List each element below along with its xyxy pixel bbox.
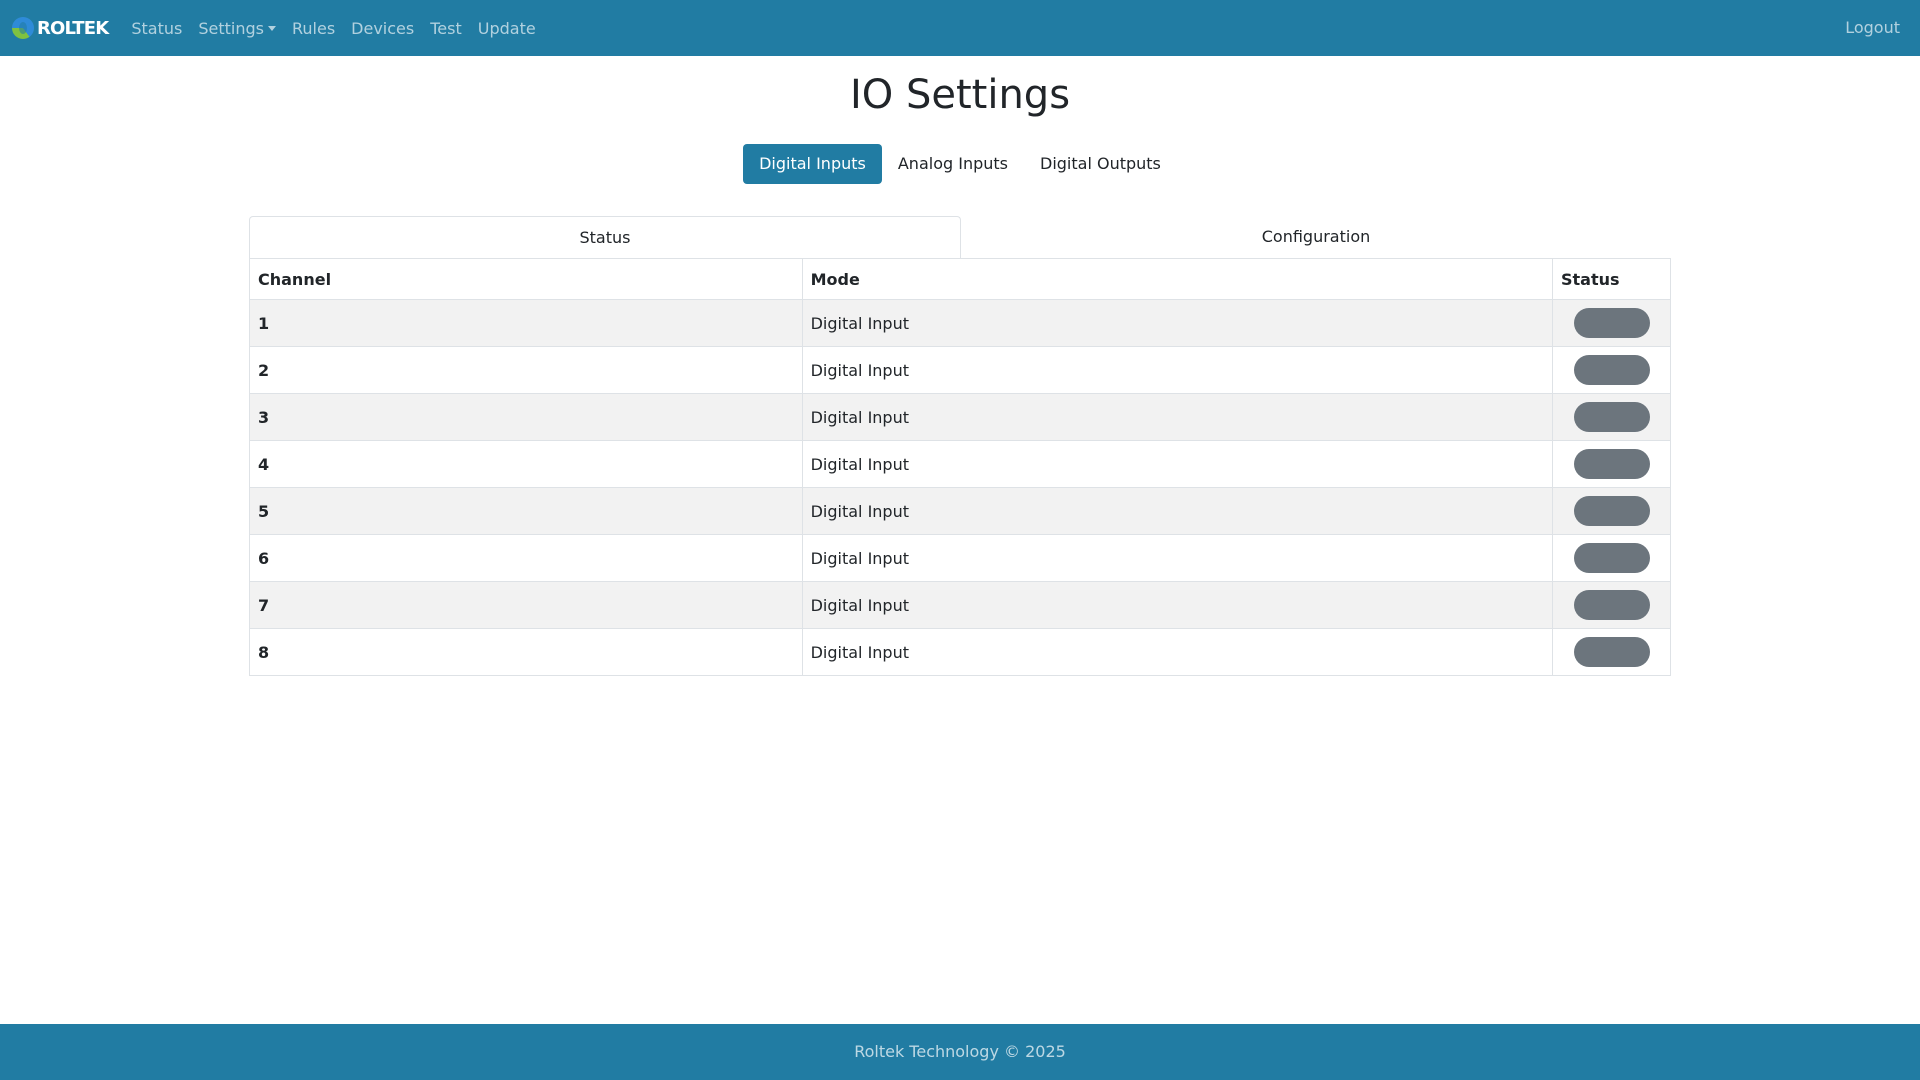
status-indicator — [1573, 308, 1650, 338]
table-header-row: Channel Mode Status — [249, 258, 1671, 300]
nav-item-update[interactable]: Update — [470, 19, 544, 38]
status-indicator — [1573, 637, 1650, 667]
header-status: Status — [1552, 258, 1671, 300]
status-indicator — [1573, 449, 1650, 479]
tab-status[interactable]: Status — [249, 216, 961, 259]
table-row: 4 Digital Input — [249, 440, 1671, 488]
footer-text: Roltek Technology © 2025 — [854, 1042, 1066, 1061]
nav-item-settings[interactable]: Settings — [190, 19, 284, 38]
page-footer: Roltek Technology © 2025 — [0, 1024, 1920, 1080]
channel-cell: 5 — [249, 487, 803, 535]
header-channel: Channel — [249, 258, 803, 300]
brand-name: ROLTEK — [37, 17, 109, 39]
mode-cell: Digital Input — [801, 299, 1554, 347]
table-row: 5 Digital Input — [249, 487, 1671, 535]
nav-item-test[interactable]: Test — [422, 19, 470, 38]
header-mode: Mode — [801, 258, 1554, 300]
channel-cell: 8 — [249, 628, 803, 676]
nav-item-rules[interactable]: Rules — [284, 19, 343, 38]
table-row: 6 Digital Input — [249, 534, 1671, 582]
channel-cell: 7 — [249, 581, 803, 629]
status-indicator — [1573, 496, 1650, 526]
mode-cell: Digital Input — [801, 628, 1554, 676]
status-indicator — [1573, 543, 1650, 573]
status-indicator — [1573, 355, 1650, 385]
table-row: 8 Digital Input — [249, 628, 1671, 676]
roltek-logo-icon — [12, 17, 34, 39]
pill-analog-inputs[interactable]: Analog Inputs — [882, 144, 1024, 184]
logout-link[interactable]: Logout — [1845, 18, 1900, 37]
channel-cell: 1 — [249, 299, 803, 347]
status-cell — [1552, 346, 1671, 394]
mode-cell: Digital Input — [801, 581, 1554, 629]
channel-cell: 6 — [249, 534, 803, 582]
channel-cell: 3 — [249, 393, 803, 441]
top-navbar: ROLTEK Status Settings Rules Devices Tes… — [0, 0, 1920, 56]
table-row: 3 Digital Input — [249, 393, 1671, 441]
chevron-down-icon — [267, 25, 276, 31]
nav-item-devices[interactable]: Devices — [343, 19, 422, 38]
status-cell — [1552, 487, 1671, 535]
channel-cell: 4 — [249, 440, 803, 488]
channel-cell: 2 — [249, 346, 803, 394]
mode-cell: Digital Input — [801, 487, 1554, 535]
mode-cell: Digital Input — [801, 534, 1554, 582]
status-cell — [1552, 299, 1671, 347]
pill-digital-inputs[interactable]: Digital Inputs — [743, 144, 882, 184]
status-cell — [1552, 628, 1671, 676]
io-type-pills: Digital Inputs Analog Inputs Digital Out… — [0, 144, 1920, 184]
brand-link[interactable]: ROLTEK — [12, 0, 109, 56]
table-row: 1 Digital Input — [249, 299, 1671, 347]
status-cell — [1552, 581, 1671, 629]
status-indicator — [1573, 590, 1650, 620]
mode-cell: Digital Input — [801, 393, 1554, 441]
nav-links: Status Settings Rules Devices Test Updat… — [123, 19, 543, 38]
status-indicator — [1573, 402, 1650, 432]
table-row: 7 Digital Input — [249, 581, 1671, 629]
status-cell — [1552, 393, 1671, 441]
nav-item-settings-label: Settings — [198, 18, 264, 38]
mode-cell: Digital Input — [801, 440, 1554, 488]
table-row: 2 Digital Input — [249, 346, 1671, 394]
mode-cell: Digital Input — [801, 346, 1554, 394]
page-title: IO Settings — [849, 72, 1071, 118]
pill-digital-outputs[interactable]: Digital Outputs — [1024, 144, 1177, 184]
view-tabs: Status Configuration — [249, 216, 1671, 259]
digital-inputs-table: Channel Mode Status 1 Digital Input 2 Di… — [249, 258, 1671, 676]
tab-configuration[interactable]: Configuration — [961, 216, 1671, 258]
status-cell — [1552, 440, 1671, 488]
nav-item-status[interactable]: Status — [123, 19, 190, 38]
status-cell — [1552, 534, 1671, 582]
